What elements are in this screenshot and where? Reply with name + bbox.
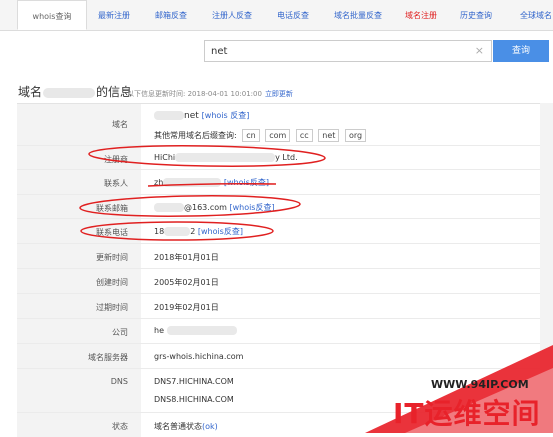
row-label-cell: 联系电话 bbox=[17, 219, 141, 243]
suffix-com-button[interactable]: com bbox=[265, 129, 291, 142]
email-domain: @163.com bbox=[184, 203, 227, 212]
update-info: 以下信息更新时间: 2018-04-01 10:01:00 立即更新 bbox=[127, 89, 293, 99]
phone-value-end: 2 bbox=[190, 227, 196, 236]
row-created: 创建时间 2005年02月01日 bbox=[17, 269, 540, 294]
update-time-text: 以下信息更新时间: 2018-04-01 10:01:00 bbox=[127, 90, 262, 98]
redacted-text bbox=[164, 227, 191, 236]
registrar-value-end: y Ltd. bbox=[275, 153, 298, 162]
row-label-cell: 公司 bbox=[17, 319, 141, 343]
registrar-value-start: HiChi bbox=[154, 153, 176, 162]
clear-icon[interactable]: × bbox=[475, 44, 484, 57]
row-label: DNS bbox=[110, 377, 128, 386]
row-label-cell: 状态 bbox=[17, 413, 141, 437]
tab-latest-registration[interactable]: 最新注册 bbox=[88, 0, 140, 30]
row-whois-server: 域名服务器 grs-whois.hichina.com bbox=[17, 344, 540, 369]
row-updated: 更新时间 2018年01月01日 bbox=[17, 244, 540, 269]
row-label: 创建时间 bbox=[96, 278, 128, 287]
row-label: 公司 bbox=[112, 328, 128, 337]
email-value: @163.com [whois反查] bbox=[154, 202, 275, 213]
row-label: 域名服务器 bbox=[88, 353, 128, 362]
company-value-start: he bbox=[154, 326, 164, 335]
row-label: 域名 bbox=[112, 120, 128, 129]
row-label-cell: 联系人 bbox=[17, 170, 141, 194]
row-domain: 域名 net [whois 反查] 其他常用域名后缀查询: cn com cc … bbox=[17, 104, 540, 146]
dns-value-1: DNS7.HICHINA.COM bbox=[154, 377, 234, 386]
redacted-text bbox=[154, 111, 184, 120]
row-label: 联系人 bbox=[104, 179, 128, 188]
row-label-cell: 过期时间 bbox=[17, 294, 141, 318]
tab-registrant-reverse[interactable]: 注册人反查 bbox=[204, 0, 260, 30]
row-label: 更新时间 bbox=[96, 253, 128, 262]
contact-value: zh [whois反查] bbox=[154, 177, 269, 188]
row-label-cell: 联系邮箱 bbox=[17, 195, 141, 218]
row-label-cell: 创建时间 bbox=[17, 269, 141, 293]
status-text: 域名普通状态 bbox=[154, 422, 202, 431]
row-label: 联系电话 bbox=[96, 228, 128, 237]
suffix-cn-button[interactable]: cn bbox=[242, 129, 260, 142]
section-title-prefix: 域名 bbox=[18, 85, 43, 99]
suffix-row: 其他常用域名后缀查询: cn com cc net org bbox=[154, 129, 367, 142]
redacted-domain bbox=[43, 87, 96, 98]
redacted-text bbox=[163, 178, 222, 187]
suffix-label: 其他常用域名后缀查询: bbox=[154, 131, 237, 140]
redacted-text bbox=[175, 153, 276, 162]
redacted-text bbox=[166, 326, 237, 335]
row-label-cell: 更新时间 bbox=[17, 244, 141, 268]
row-label: 联系邮箱 bbox=[96, 204, 128, 213]
search-input[interactable] bbox=[211, 43, 469, 59]
top-nav: whois查询 最新注册 邮箱反查 注册人反查 电话反查 域名批量反查 域名注册… bbox=[0, 0, 553, 31]
redacted-text bbox=[154, 203, 184, 212]
domain-tld: net bbox=[184, 111, 199, 121]
expires-value: 2019年02月01日 bbox=[154, 303, 219, 312]
whois-reverse-link[interactable]: [whois反查] bbox=[229, 203, 274, 212]
status-value: 域名普通状态(ok) bbox=[154, 421, 218, 432]
row-dns: DNS DNS7.HICHINA.COM DNS8.HICHINA.COM bbox=[17, 369, 540, 413]
suffix-cc-button[interactable]: cc bbox=[295, 129, 313, 142]
company-value: he bbox=[154, 326, 237, 335]
refresh-link[interactable]: 立即更新 bbox=[265, 90, 293, 98]
tab-batch-reverse[interactable]: 域名批量反查 bbox=[326, 0, 390, 30]
registrar-value: HiChi y Ltd. bbox=[154, 153, 298, 162]
row-email: 联系邮箱 @163.com [whois反查] bbox=[17, 195, 540, 219]
tab-email-reverse[interactable]: 邮箱反查 bbox=[143, 0, 199, 30]
row-company: 公司 he bbox=[17, 319, 540, 344]
right-gutter bbox=[540, 103, 553, 433]
row-registrar: 注册商 HiChi y Ltd. bbox=[17, 146, 540, 170]
tab-whois[interactable]: whois查询 bbox=[17, 0, 87, 30]
phone-value: 18 2 [whois反查] bbox=[154, 226, 243, 237]
contact-value-start: zh bbox=[154, 178, 164, 187]
whois-info-table: 域名 net [whois 反查] 其他常用域名后缀查询: cn com cc … bbox=[17, 103, 540, 437]
whois-reverse-link[interactable]: [whois 反查] bbox=[202, 111, 250, 120]
suffix-org-button[interactable]: org bbox=[344, 129, 367, 142]
phone-value-start: 18 bbox=[154, 227, 165, 236]
tab-global-domain[interactable]: 全球域名 bbox=[512, 0, 553, 30]
row-label: 过期时间 bbox=[96, 303, 128, 312]
row-label-cell: 域名 bbox=[17, 104, 141, 145]
section-title: 域名 的信息 bbox=[18, 83, 132, 100]
row-status: 状态 域名普通状态(ok) bbox=[17, 413, 540, 437]
row-label-cell: DNS bbox=[17, 369, 141, 412]
whois-reverse-link[interactable]: [whois反查] bbox=[224, 178, 269, 187]
search-button[interactable]: 查询 bbox=[493, 40, 549, 62]
row-label: 状态 bbox=[112, 422, 128, 431]
tab-phone-reverse[interactable]: 电话反查 bbox=[268, 0, 318, 30]
search-field[interactable]: × bbox=[204, 40, 492, 62]
domain-value: net [whois 反查] bbox=[154, 110, 249, 121]
row-label: 注册商 bbox=[104, 155, 128, 164]
tab-history[interactable]: 历史查询 bbox=[452, 0, 500, 30]
row-phone: 联系电话 18 2 [whois反查] bbox=[17, 219, 540, 244]
row-contact: 联系人 zh [whois反查] bbox=[17, 170, 540, 195]
tab-domain-registration[interactable]: 域名注册 bbox=[398, 0, 444, 30]
row-label-cell: 注册商 bbox=[17, 146, 141, 169]
whois-reverse-link[interactable]: [whois反查] bbox=[198, 227, 243, 236]
whois-server-value: grs-whois.hichina.com bbox=[154, 352, 244, 361]
status-ok-link[interactable]: (ok) bbox=[202, 422, 218, 431]
row-expires: 过期时间 2019年02月01日 bbox=[17, 294, 540, 319]
suffix-net-button[interactable]: net bbox=[318, 129, 340, 142]
updated-value: 2018年01月01日 bbox=[154, 253, 219, 262]
created-value: 2005年02月01日 bbox=[154, 278, 219, 287]
dns-value-2: DNS8.HICHINA.COM bbox=[154, 395, 234, 404]
row-label-cell: 域名服务器 bbox=[17, 344, 141, 368]
